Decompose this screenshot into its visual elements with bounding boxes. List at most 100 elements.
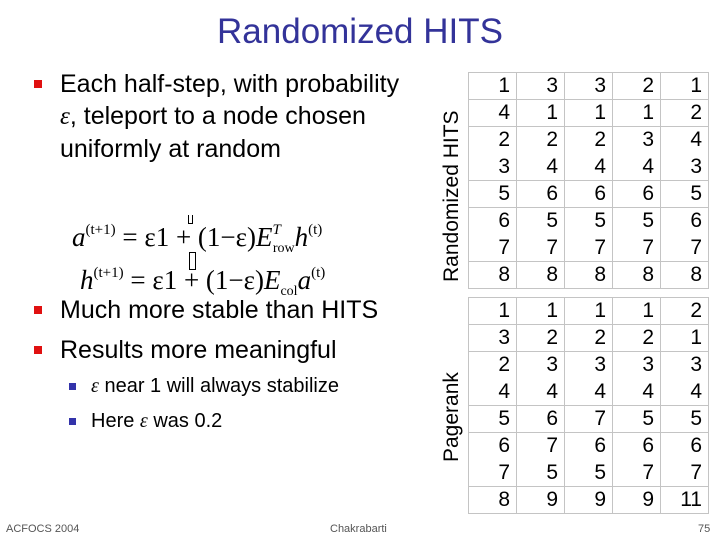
table-cell: 1	[468, 297, 517, 325]
sub-bullet-marker	[69, 383, 76, 390]
bullet-meaningful: Results more meaningful	[34, 334, 337, 366]
table-cell: 1	[660, 72, 709, 100]
sub-bullet-text: was 0.2	[147, 410, 223, 432]
pagerank-table: 1111232221233334444456755676667557789991…	[468, 297, 709, 514]
table-cell: 4	[468, 378, 517, 406]
table-row: 44444	[468, 378, 709, 406]
table-row: 34443	[468, 153, 709, 181]
table-cell: 1	[516, 99, 565, 127]
formula-a-E-sub: row	[272, 241, 295, 256]
table-cell: 7	[564, 234, 613, 262]
bullet-text: Results more meaningful	[60, 336, 337, 364]
table-row: 22234	[468, 126, 709, 154]
formula-a-E-sup: T	[272, 222, 281, 238]
table-cell: 1	[564, 99, 613, 127]
table-cell: 7	[660, 234, 709, 262]
table-cell: 3	[516, 72, 565, 100]
epsilon-symbol: ε	[60, 103, 70, 130]
table-cell: 2	[612, 324, 661, 352]
sub-bullet-value: Here ε was 0.2	[69, 408, 222, 434]
table-cell: 9	[612, 486, 661, 514]
table-cell: 9	[516, 486, 565, 514]
sub-bullet-stabilize: ε near 1 will always stabilize	[69, 373, 339, 399]
formula-authority: a(t+1) = ε1 + (1−ε)ETrowh(t)	[72, 222, 322, 257]
table-cell: 2	[660, 297, 709, 325]
epsilon-symbol: ε	[139, 410, 148, 432]
table-cell: 4	[468, 99, 517, 127]
table-cell: 7	[564, 405, 613, 433]
table-cell: 6	[660, 207, 709, 235]
table-cell: 1	[660, 324, 709, 352]
footer-author: Chakrabarti	[330, 523, 387, 535]
table-cell: 8	[468, 486, 517, 514]
table-cell: 3	[468, 324, 517, 352]
table-cell: 4	[564, 153, 613, 181]
footer-page-number: 75	[698, 523, 711, 535]
table-cell: 2	[612, 72, 661, 100]
table-cell: 4	[564, 378, 613, 406]
table-cell: 4	[660, 378, 709, 406]
table-cell: 1	[612, 99, 661, 127]
bullet-text-line2: ε, teleport to a node chosen	[60, 100, 454, 133]
table-cell: 3	[660, 351, 709, 379]
table-cell: 8	[612, 261, 661, 289]
table-cell: 3	[468, 153, 517, 181]
table-cell: 6	[612, 180, 661, 208]
bullet-text-line3: uniformly at random	[60, 135, 281, 163]
formula-h-eq: = ε1 + (1−ε)	[123, 265, 264, 295]
formula-a-rhs-sup: (t)	[308, 222, 323, 238]
table-cell: 11	[660, 486, 709, 514]
table-cell: 4	[516, 153, 565, 181]
sub-bullet-marker	[69, 418, 76, 425]
bullet-text: Much more stable than HITS	[60, 296, 379, 324]
table-cell: 6	[468, 432, 517, 460]
table-cell: 3	[564, 72, 613, 100]
table-cell: 5	[564, 207, 613, 235]
table-cell: 4	[612, 153, 661, 181]
bullet-marker	[34, 346, 42, 354]
table-row: 32221	[468, 324, 709, 352]
table-cell: 6	[660, 432, 709, 460]
table-cell: 5	[468, 180, 517, 208]
table-cell: 3	[660, 153, 709, 181]
table-cell: 4	[612, 378, 661, 406]
table-cell: 1	[564, 297, 613, 325]
table-cell: 4	[660, 126, 709, 154]
table-cell: 5	[612, 207, 661, 235]
randomized-hits-table: 1332141112222343444356665655567777788888	[468, 72, 709, 289]
table-cell: 2	[564, 324, 613, 352]
table-cell: 6	[612, 432, 661, 460]
table-cell: 4	[516, 378, 565, 406]
bullet-teleport: Each half-step, with probability ε, tele…	[34, 68, 454, 165]
formula-h-lhs-sup: (t+1)	[93, 265, 124, 281]
table-row: 8 9 9 9 11	[468, 486, 709, 514]
table-cell: 5	[516, 459, 565, 487]
formula-h-E: E	[263, 265, 281, 295]
table-cell: 7	[468, 234, 517, 262]
bullet-marker	[34, 306, 42, 314]
table-row: 11112	[468, 297, 709, 325]
table-cell: 6	[564, 180, 613, 208]
randomized-hits-axis-label: Randomized HITS	[440, 110, 463, 282]
table-cell: 2	[660, 99, 709, 127]
formula-a-rhs: h	[294, 222, 309, 252]
table-cell: 2	[468, 351, 517, 379]
table-cell: 5	[612, 405, 661, 433]
table-row: 23333	[468, 351, 709, 379]
table-cell: 8	[516, 261, 565, 289]
table-cell: 8	[660, 261, 709, 289]
table-row: 88888	[468, 261, 709, 289]
bullet-text-line2-rest: , teleport to a node chosen	[69, 102, 366, 130]
table-cell: 6	[564, 432, 613, 460]
table-cell: 3	[612, 351, 661, 379]
table-row: 77777	[468, 234, 709, 262]
table-row: 67666	[468, 432, 709, 460]
bullet-stable: Much more stable than HITS	[34, 294, 378, 326]
table-cell: 3	[564, 351, 613, 379]
formula-h-lhs: h	[80, 265, 94, 295]
table-cell: 8	[468, 261, 517, 289]
table-cell: 5	[660, 405, 709, 433]
table-cell: 3	[612, 126, 661, 154]
table-row: 13321	[468, 72, 709, 100]
formula-a-eq: = ε1 + (1−ε)	[115, 222, 256, 252]
